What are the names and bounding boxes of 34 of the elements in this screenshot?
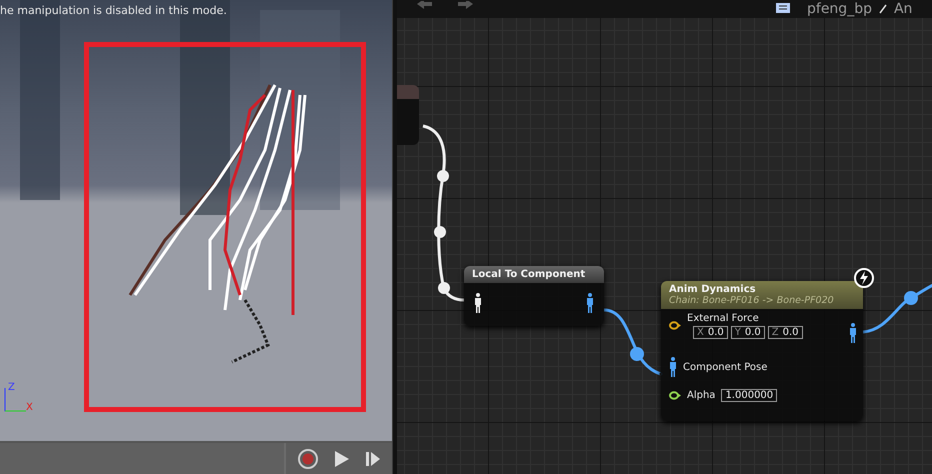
connection-wire [604,308,662,376]
graph-node[interactable]: Anim Dynamics Chain: Bone-PF016 -> Bone-PF020 External Force X 0.0 Y 0.0 Z 0.0 Component Pose Alpha 1.000000 [661,281,863,421]
step-forward-button[interactable] [366,450,380,466]
node-subtitle: Chain: Bone-PF016 -> Bone-PF020 [669,295,835,306]
back-arrow-icon[interactable] [417,1,433,11]
lightning-icon [853,267,875,289]
vector-input-field[interactable]: Z 0.0 [768,326,803,339]
axis-label: Z [8,382,15,393]
breadcrumb-item[interactable]: pfeng_bp [807,1,872,17]
node-title: Local To Component [472,269,586,280]
graph-node[interactable]: Local To Component [464,266,604,326]
forward-arrow-icon[interactable] [457,1,473,11]
pose-pin-icon[interactable] [586,293,594,313]
vector-input-field[interactable]: Y 0.0 [730,326,765,339]
pin-label: External Force [687,313,760,324]
pin-icon[interactable] [669,391,681,400]
play-button[interactable] [334,450,350,468]
blueprint-icon [773,3,793,15]
pin-label: Alpha [687,390,716,401]
alpha-input-field[interactable]: 1.000000 [721,389,778,402]
pose-pin-icon[interactable] [669,357,677,377]
record-button[interactable] [298,448,318,468]
connection-wire [862,284,932,334]
pin-icon[interactable] [669,321,681,330]
graph-node[interactable] [397,85,419,145]
pose-pin-icon[interactable] [849,323,857,343]
node-title: Anim Dynamics [669,284,757,295]
chevron-icon [878,4,888,14]
breadcrumb-item[interactable]: An [894,1,912,17]
pose-pin-icon[interactable] [474,293,482,313]
viewport-message: he manipulation is disabled in this mode. [0,4,227,17]
axis-label: X [26,402,33,413]
pin-label: Component Pose [683,362,768,372]
vector-input-field[interactable]: X 0.0 [693,326,728,339]
